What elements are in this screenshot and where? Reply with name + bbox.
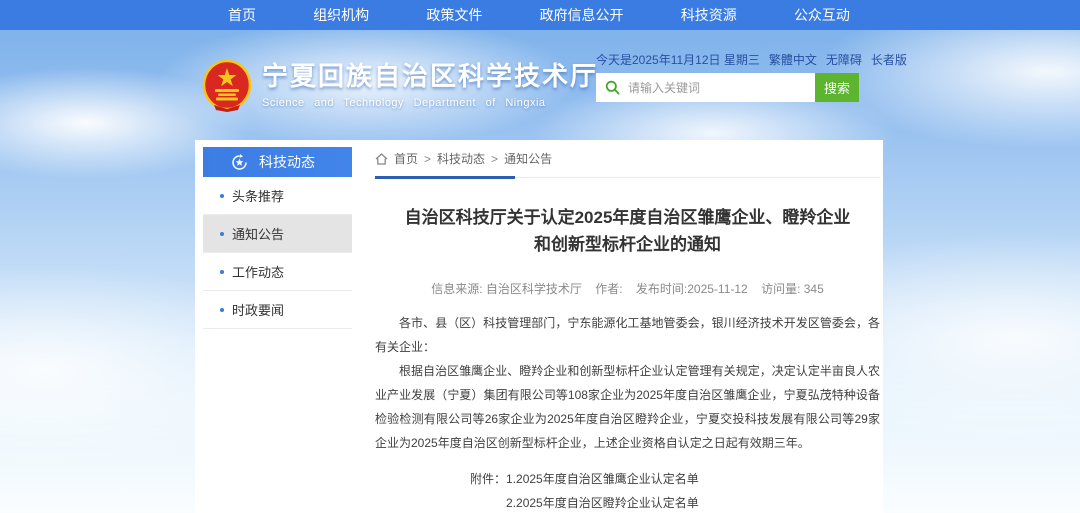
attachments-block: 附件： 1.2025年度自治区雏鹰企业认定名单 2.2025年度自治区瞪羚企业认… — [470, 467, 880, 513]
sidebar-item-work-updates[interactable]: 工作动态 — [203, 253, 352, 291]
nav-item-home[interactable]: 首页 — [228, 5, 256, 25]
site-subtitle: Science and Technology Department of Nin… — [262, 97, 598, 109]
sidebar-item-headlines[interactable]: 头条推荐 — [203, 177, 352, 215]
search-button[interactable]: 搜索 — [815, 73, 859, 102]
home-icon[interactable] — [375, 153, 388, 165]
link-accessibility[interactable]: 无障碍 — [826, 51, 862, 68]
sidebar-item-label: 头条推荐 — [232, 186, 284, 205]
page: 首页 组织机构 政策文件 政府信息公开 科技资源 公众互动 宁夏回族自治区科学技… — [0, 0, 1080, 513]
nav-item-sci-resources[interactable]: 科技资源 — [681, 5, 737, 25]
article-title-line1: 自治区科技厅关于认定2025年度自治区雏鹰企业、瞪羚企业 — [375, 204, 880, 231]
sidebar-item-notices[interactable]: 通知公告 — [203, 215, 352, 253]
top-navigation-items: 首页 组织机构 政策文件 政府信息公开 科技资源 公众互动 — [228, 0, 850, 30]
sidebar-item-label: 工作动态 — [232, 262, 284, 281]
nav-item-policy-docs[interactable]: 政策文件 — [426, 5, 482, 25]
site-title: 宁夏回族自治区科学技术厅 — [262, 60, 598, 92]
breadcrumb-category[interactable]: 科技动态 — [437, 150, 485, 167]
nav-item-public-interaction[interactable]: 公众互动 — [794, 5, 850, 25]
search-input[interactable] — [596, 73, 815, 102]
breadcrumb-separator: > — [424, 152, 431, 166]
attachments-label: 附件： — [470, 467, 506, 513]
article-title-line2: 和创新型标杆企业的通知 — [375, 231, 880, 258]
sidebar: 科技动态 头条推荐 通知公告 工作动态 时政要闻 — [203, 147, 352, 329]
meta-publish-time: 发布时间:2025-11-12 — [636, 282, 748, 296]
bullet-dot-icon — [220, 194, 224, 198]
article-meta: 信息来源: 自治区科学技术厅 作者: 发布时间:2025-11-12 访问量: … — [375, 280, 880, 297]
link-elderly-version[interactable]: 长者版 — [871, 51, 907, 68]
breadcrumb-home[interactable]: 首页 — [394, 150, 418, 167]
meta-visits: 访问量: 345 — [761, 282, 824, 296]
header-info-row: 今天是2025年11月12日 星期三 繁體中文 无障碍 长者版 — [596, 51, 876, 68]
breadcrumb-separator: > — [491, 152, 498, 166]
star-circle-icon — [231, 154, 248, 171]
nav-item-organization[interactable]: 组织机构 — [313, 5, 369, 25]
sidebar-item-label: 通知公告 — [232, 224, 284, 243]
main-panel: 科技动态 头条推荐 通知公告 工作动态 时政要闻 — [195, 140, 883, 513]
article-title: 自治区科技厅关于认定2025年度自治区雏鹰企业、瞪羚企业 和创新型标杆企业的通知 — [375, 204, 880, 258]
article-paragraph: 各市、县（区）科技管理部门，宁东能源化工基地管委会，银川经济技术开发区管委会，各… — [375, 311, 880, 359]
meta-author: 作者: — [595, 282, 622, 296]
search-box — [596, 73, 815, 102]
sidebar-title: 科技动态 — [259, 152, 315, 172]
attachments-list: 1.2025年度自治区雏鹰企业认定名单 2.2025年度自治区瞪羚企业认定名单 … — [506, 467, 735, 513]
national-emblem-icon — [202, 60, 252, 112]
meta-source: 信息来源: 自治区科学技术厅 — [431, 282, 582, 296]
sidebar-header: 科技动态 — [203, 147, 352, 177]
bullet-dot-icon — [220, 308, 224, 312]
breadcrumb: 首页 > 科技动态 > 通知公告 — [375, 150, 880, 178]
sidebar-item-label: 时政要闻 — [232, 300, 284, 319]
current-date: 今天是2025年11月12日 星期三 — [596, 51, 760, 68]
site-title-block: 宁夏回族自治区科学技术厅 Science and Technology Depa… — [262, 60, 598, 109]
search-bar: 搜索 — [596, 73, 859, 102]
article-paragraph: 根据自治区雏鹰企业、瞪羚企业和创新型标杆企业认定管理有关规定，决定认定半亩良人农… — [375, 359, 880, 455]
bullet-dot-icon — [220, 270, 224, 274]
breadcrumb-current: 通知公告 — [504, 150, 552, 167]
bullet-dot-icon — [220, 232, 224, 236]
top-navigation-bar: 首页 组织机构 政策文件 政府信息公开 科技资源 公众互动 — [0, 0, 1080, 30]
content-column: 首页 > 科技动态 > 通知公告 自治区科技厅关于认定2025年度自治区雏鹰企业… — [375, 140, 880, 513]
article-body: 各市、县（区）科技管理部门，宁东能源化工基地管委会，银川经济技术开发区管委会，各… — [375, 311, 880, 455]
attachment-item-2[interactable]: 2.2025年度自治区瞪羚企业认定名单 — [506, 491, 735, 513]
site-logo[interactable]: 宁夏回族自治区科学技术厅 Science and Technology Depa… — [202, 60, 598, 112]
breadcrumb-accent-line — [375, 176, 515, 179]
attachment-item-1[interactable]: 1.2025年度自治区雏鹰企业认定名单 — [506, 467, 735, 491]
search-icon — [605, 80, 620, 100]
sidebar-item-politics-news[interactable]: 时政要闻 — [203, 291, 352, 329]
nav-item-info-disclosure[interactable]: 政府信息公开 — [540, 5, 624, 25]
link-traditional-chinese[interactable]: 繁體中文 — [769, 51, 817, 68]
